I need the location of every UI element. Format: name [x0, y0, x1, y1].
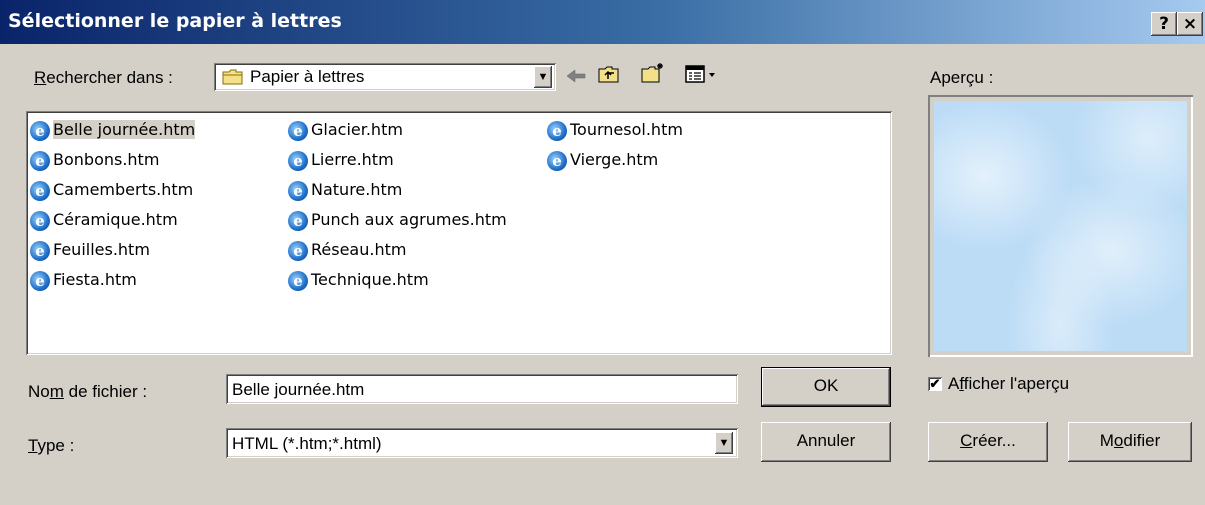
look-in-value: Papier à lettres: [250, 67, 365, 86]
type-combobox[interactable]: HTML (*.htm;*.html) ▼: [226, 428, 738, 458]
file-list-item[interactable]: e Camemberts.htm: [30, 178, 193, 202]
filename-value: Belle journée.htm: [232, 380, 365, 399]
file-list-item[interactable]: e Fiesta.htm: [30, 268, 137, 292]
file-list-item[interactable]: e Feuilles.htm: [30, 238, 150, 262]
filename-input[interactable]: Belle journée.htm: [226, 374, 738, 404]
html-file-icon: e: [30, 210, 50, 231]
html-file-icon: e: [288, 120, 308, 141]
folder-icon: [222, 68, 244, 91]
html-file-icon: e: [30, 240, 50, 261]
type-value: HTML (*.htm;*.html): [232, 434, 382, 453]
file-list-item[interactable]: e Technique.htm: [288, 268, 429, 292]
create-button[interactable]: Créer...: [928, 422, 1048, 462]
view-menu-button[interactable]: [684, 63, 724, 90]
file-list-item[interactable]: e Céramique.htm: [30, 208, 178, 232]
html-file-icon: e: [288, 150, 308, 171]
file-name: Technique.htm: [311, 270, 429, 289]
html-file-icon: e: [547, 120, 567, 141]
file-list[interactable]: e Belle journée.htm e Bonbons.htm e Camembert…: [26, 111, 892, 355]
back-arrow-icon: [566, 69, 586, 83]
file-name: Lierre.htm: [311, 150, 394, 169]
preview-label: Aperçu :: [930, 68, 994, 87]
html-file-icon: e: [547, 150, 567, 171]
ok-button[interactable]: OK: [761, 367, 891, 407]
up-folder-icon: [598, 66, 619, 83]
html-file-icon: e: [288, 210, 308, 231]
cancel-button[interactable]: Annuler: [761, 422, 891, 462]
chevron-down-icon: ▼: [537, 71, 549, 83]
file-list-item[interactable]: e Punch aux agrumes.htm: [288, 208, 507, 232]
type-dropdown-button[interactable]: ▼: [715, 432, 733, 454]
file-list-item[interactable]: e Vierge.htm: [547, 148, 658, 172]
up-folder-button[interactable]: [597, 63, 621, 90]
file-name: Camemberts.htm: [53, 180, 194, 199]
file-list-item[interactable]: e Glacier.htm: [288, 118, 403, 142]
file-name: Nature.htm: [311, 180, 403, 199]
file-name: Belle journée.htm: [53, 120, 196, 139]
look-in-label: Rechercher dans :: [34, 68, 173, 87]
preview-image: [934, 101, 1187, 351]
file-list-item[interactable]: e Bonbons.htm: [30, 148, 159, 172]
html-file-icon: e: [30, 120, 50, 141]
file-name: Bonbons.htm: [53, 150, 160, 169]
type-label: Type :: [28, 436, 75, 455]
html-file-icon: e: [288, 180, 308, 201]
html-file-icon: e: [30, 150, 50, 171]
file-name: Fiesta.htm: [53, 270, 137, 289]
file-name: Feuilles.htm: [53, 240, 150, 259]
file-name: Céramique.htm: [53, 210, 178, 229]
file-list-item[interactable]: e Lierre.htm: [288, 148, 394, 172]
file-list-item[interactable]: e Tournesol.htm: [547, 118, 683, 142]
new-folder-button[interactable]: [640, 61, 666, 90]
window-title: Sélectionner le papier à lettres: [8, 10, 342, 32]
file-list-item[interactable]: e Belle journée.htm: [30, 118, 196, 142]
file-name: Glacier.htm: [311, 120, 403, 139]
checkmark-icon: ✔: [928, 376, 942, 391]
file-name: Réseau.htm: [311, 240, 407, 259]
look-in-dropdown-button[interactable]: ▼: [534, 66, 552, 88]
show-preview-label: Afficher l'aperçu: [948, 374, 1070, 393]
file-list-item[interactable]: e Réseau.htm: [288, 238, 406, 262]
file-name: Tournesol.htm: [570, 120, 683, 139]
help-button[interactable]: ?: [1151, 12, 1177, 36]
new-folder-icon: [641, 63, 663, 83]
html-file-icon: e: [288, 240, 308, 261]
modify-button[interactable]: Modifier: [1068, 422, 1192, 462]
chevron-down-icon: ▼: [718, 437, 730, 449]
html-file-icon: e: [30, 180, 50, 201]
back-button[interactable]: [565, 66, 587, 91]
filename-label: Nom de fichier :: [28, 382, 148, 401]
close-icon: ×: [1182, 14, 1198, 34]
look-in-combobox[interactable]: Papier à lettres ▼: [214, 63, 556, 91]
html-file-icon: e: [288, 270, 308, 291]
file-name: Vierge.htm: [570, 150, 659, 169]
file-name: Punch aux agrumes.htm: [311, 210, 507, 229]
file-list-item[interactable]: e Nature.htm: [288, 178, 402, 202]
html-file-icon: e: [30, 270, 50, 291]
view-menu-icon: [685, 65, 715, 83]
close-button[interactable]: ×: [1177, 12, 1203, 36]
